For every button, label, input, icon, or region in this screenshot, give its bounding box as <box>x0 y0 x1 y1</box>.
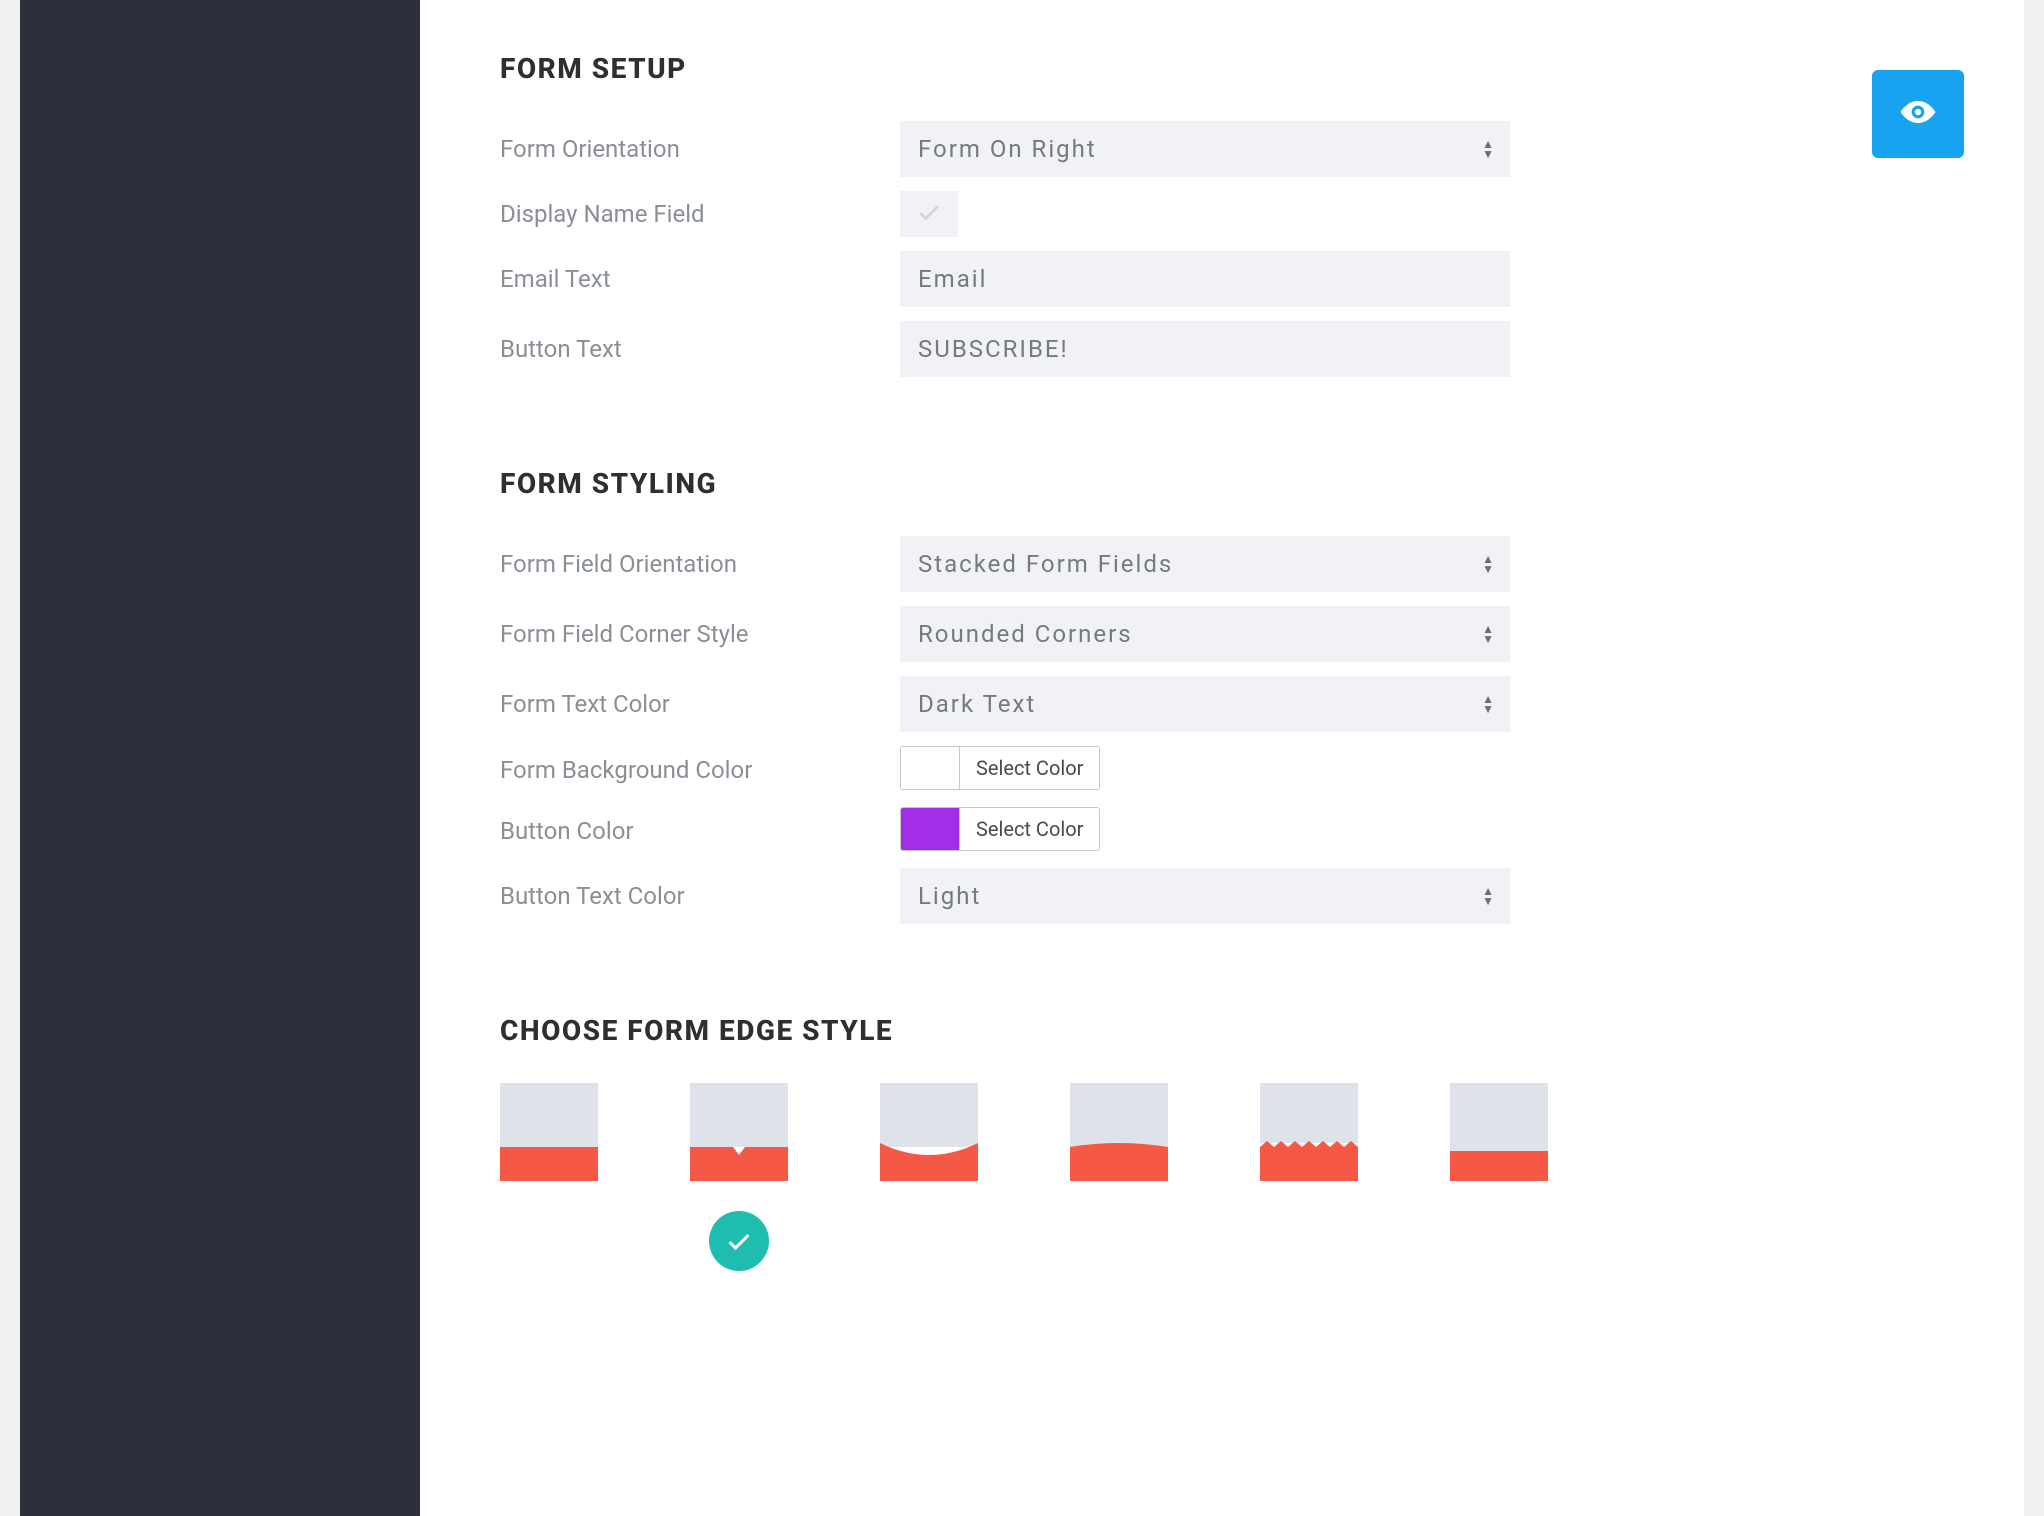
main-panel: FORM SETUP Form Orientation Form On Righ… <box>420 0 2024 1516</box>
button-text-color-select[interactable]: Light ▲▼ <box>900 868 1510 924</box>
chevron-updown-icon: ▲▼ <box>1482 694 1496 714</box>
button-text-color-label: Button Text Color <box>500 882 900 910</box>
check-icon <box>916 199 942 229</box>
sidebar <box>20 0 420 1516</box>
edge-style-grid <box>500 1083 1510 1271</box>
button-text-input[interactable] <box>900 321 1510 377</box>
corner-style-label: Form Field Corner Style <box>500 620 900 648</box>
edge-style-wave-down[interactable] <box>880 1083 978 1271</box>
section-title: FORM SETUP <box>500 52 1510 85</box>
edge-style-breakout[interactable] <box>1450 1083 1548 1271</box>
form-orientation-label: Form Orientation <box>500 135 900 163</box>
edge-tile-icon <box>1070 1083 1168 1181</box>
edge-style-carrot[interactable] <box>690 1083 788 1271</box>
edge-tile-icon <box>500 1083 598 1181</box>
display-name-checkbox[interactable] <box>900 191 958 237</box>
select-value: Dark Text <box>918 690 1036 718</box>
chevron-updown-icon: ▲▼ <box>1482 554 1496 574</box>
color-swatch <box>901 747 959 789</box>
edge-tile-icon <box>1450 1083 1548 1181</box>
text-color-select[interactable]: Dark Text ▲▼ <box>900 676 1510 732</box>
edge-tile-icon <box>690 1083 788 1181</box>
select-color-label: Select Color <box>959 808 1099 850</box>
field-orientation-select[interactable]: Stacked Form Fields ▲▼ <box>900 536 1510 592</box>
text-color-label: Form Text Color <box>500 690 900 718</box>
bg-color-label: Form Background Color <box>500 756 900 784</box>
chevron-updown-icon: ▲▼ <box>1482 886 1496 906</box>
select-color-label: Select Color <box>959 747 1099 789</box>
eye-icon <box>1899 93 1937 135</box>
color-swatch <box>901 808 959 850</box>
select-value: Stacked Form Fields <box>918 550 1173 578</box>
select-value: Form On Right <box>918 135 1097 163</box>
display-name-label: Display Name Field <box>500 200 900 228</box>
edge-style-section: CHOOSE FORM EDGE STYLE <box>500 1014 1510 1271</box>
email-text-label: Email Text <box>500 265 900 293</box>
edge-style-basic[interactable] <box>500 1083 598 1271</box>
form-orientation-select[interactable]: Form On Right ▲▼ <box>900 121 1510 177</box>
chevron-updown-icon: ▲▼ <box>1482 139 1496 159</box>
selected-check-icon <box>709 1211 769 1271</box>
section-title: FORM STYLING <box>500 467 1510 500</box>
select-value: Rounded Corners <box>918 620 1133 648</box>
bg-color-picker[interactable]: Select Color <box>900 746 1100 790</box>
chevron-updown-icon: ▲▼ <box>1482 624 1496 644</box>
form-setup-section: FORM SETUP Form Orientation Form On Righ… <box>500 52 1510 377</box>
button-color-picker[interactable]: Select Color <box>900 807 1100 851</box>
button-color-label: Button Color <box>500 817 900 845</box>
select-value: Light <box>918 882 981 910</box>
form-styling-section: FORM STYLING Form Field Orientation Stac… <box>500 467 1510 924</box>
corner-style-select[interactable]: Rounded Corners ▲▼ <box>900 606 1510 662</box>
edge-style-zigzag[interactable] <box>1260 1083 1358 1271</box>
edge-tile-icon <box>1260 1083 1358 1181</box>
preview-button[interactable] <box>1872 70 1964 158</box>
email-text-input[interactable] <box>900 251 1510 307</box>
button-text-label: Button Text <box>500 335 900 363</box>
edge-style-wave-up[interactable] <box>1070 1083 1168 1271</box>
section-title: CHOOSE FORM EDGE STYLE <box>500 1014 1510 1047</box>
field-orientation-label: Form Field Orientation <box>500 550 900 578</box>
edge-tile-icon <box>880 1083 978 1181</box>
